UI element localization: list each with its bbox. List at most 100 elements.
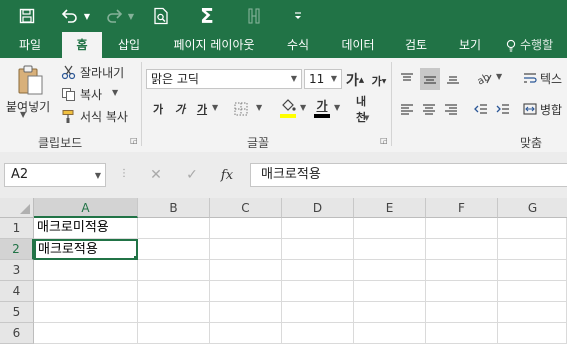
save-icon[interactable]	[14, 4, 40, 28]
cell-a4[interactable]	[34, 281, 138, 302]
cell-e1[interactable]	[354, 218, 426, 239]
tab-view[interactable]: 보기	[450, 32, 490, 58]
cell-f2[interactable]	[426, 239, 498, 260]
orientation-dropdown-icon[interactable]: ▼	[496, 72, 502, 81]
print-preview-icon[interactable]	[150, 4, 172, 28]
cell-b5[interactable]	[138, 302, 210, 323]
redo-dropdown-icon[interactable]: ▼	[126, 4, 136, 28]
cell-f5[interactable]	[426, 302, 498, 323]
column-header-d[interactable]: D	[282, 198, 354, 218]
row-header-2[interactable]: 2	[0, 239, 34, 260]
copy-button[interactable]: 복사	[80, 86, 102, 103]
increase-indent-icon[interactable]	[494, 99, 512, 119]
font-launcher-icon[interactable]: ◲	[380, 136, 388, 145]
bold-button[interactable]: 가	[150, 99, 166, 119]
grow-font-button[interactable]: 가 ▲	[346, 69, 364, 91]
autosum-icon[interactable]: Σ	[196, 4, 218, 28]
clipboard-launcher-icon[interactable]: ◲	[130, 136, 138, 145]
cell-c1[interactable]	[210, 218, 282, 239]
cell-d3[interactable]	[282, 260, 354, 281]
tab-data[interactable]: 데이터	[332, 32, 384, 58]
redo-icon[interactable]	[104, 4, 126, 28]
paste-button-label[interactable]: 붙여넣기	[6, 98, 50, 115]
italic-button[interactable]: 가	[172, 99, 188, 119]
column-header-f[interactable]: F	[426, 198, 498, 218]
cell-e2[interactable]	[354, 239, 426, 260]
row-header-5[interactable]: 5	[0, 302, 34, 323]
row-header-6[interactable]: 6	[0, 323, 34, 344]
cell-c4[interactable]	[210, 281, 282, 302]
align-middle-icon[interactable]	[420, 68, 440, 90]
underline-button[interactable]: 가	[194, 99, 210, 119]
column-header-c[interactable]: C	[210, 198, 282, 218]
orientation-icon[interactable]: ab	[474, 68, 494, 88]
cell-e3[interactable]	[354, 260, 426, 281]
paste-icon[interactable]	[14, 64, 48, 96]
align-top-icon[interactable]	[398, 68, 416, 88]
cell-a3[interactable]	[34, 260, 138, 281]
name-box[interactable]: A2 ▼	[4, 163, 106, 187]
cut-button[interactable]: 잘라내기	[80, 64, 124, 81]
cell-c6[interactable]	[210, 323, 282, 344]
formula-input[interactable]: 매크로적용	[250, 163, 567, 187]
borders-dropdown-icon[interactable]: ▼	[256, 103, 262, 112]
cell-d2[interactable]	[282, 239, 354, 260]
cell-b2[interactable]	[138, 239, 210, 260]
tab-review[interactable]: 검토	[396, 32, 436, 58]
merge-center-button[interactable]: 병합	[540, 101, 562, 118]
select-all-button[interactable]	[0, 198, 34, 218]
column-header-a[interactable]: A	[34, 198, 138, 218]
phonetic-dropdown-icon[interactable]: ▼	[364, 114, 369, 122]
cell-b1[interactable]	[138, 218, 210, 239]
format-painter-button[interactable]: 서식 복사	[80, 108, 128, 125]
cell-g6[interactable]	[498, 323, 567, 344]
row-header-1[interactable]: 1	[0, 218, 34, 239]
cell-g5[interactable]	[498, 302, 567, 323]
font-color-dropdown-icon[interactable]: ▼	[334, 103, 340, 112]
cancel-icon[interactable]: ✕	[146, 164, 166, 186]
align-center-icon[interactable]	[420, 99, 438, 119]
font-size-select[interactable]: 11 ▼	[304, 69, 342, 89]
cell-b3[interactable]	[138, 260, 210, 281]
tab-page-layout[interactable]: 페이지 레이아웃	[162, 32, 266, 58]
cell-g4[interactable]	[498, 281, 567, 302]
undo-icon[interactable]	[58, 4, 80, 28]
cell-d4[interactable]	[282, 281, 354, 302]
paste-dropdown-icon[interactable]: ▼	[20, 110, 26, 119]
fill-color-dropdown-icon[interactable]: ▼	[300, 103, 306, 112]
cell-a6[interactable]	[34, 323, 138, 344]
tab-file[interactable]: 파일	[8, 32, 52, 58]
cell-e6[interactable]	[354, 323, 426, 344]
copy-dropdown-icon[interactable]: ▼	[112, 88, 118, 97]
undo-dropdown-icon[interactable]: ▼	[82, 4, 92, 28]
cell-f4[interactable]	[426, 281, 498, 302]
cell-b4[interactable]	[138, 281, 210, 302]
cell-d5[interactable]	[282, 302, 354, 323]
wrap-text-button[interactable]: 텍스	[540, 70, 562, 87]
decrease-indent-icon[interactable]	[472, 99, 490, 119]
cell-c2[interactable]	[210, 239, 282, 260]
cell-a2[interactable]: 매크로적용	[34, 239, 138, 260]
cell-b6[interactable]	[138, 323, 210, 344]
tell-me-box[interactable]: 수행할	[506, 32, 567, 58]
row-header-4[interactable]: 4	[0, 281, 34, 302]
tab-insert[interactable]: 삽입	[108, 32, 150, 58]
underline-dropdown-icon[interactable]: ▼	[212, 103, 218, 112]
column-header-b[interactable]: B	[138, 198, 210, 218]
cell-e4[interactable]	[354, 281, 426, 302]
shrink-font-button[interactable]: 가 ▼	[370, 71, 388, 91]
align-right-icon[interactable]	[442, 99, 460, 119]
cell-f1[interactable]	[426, 218, 498, 239]
customize-dropdown-icon[interactable]	[292, 4, 304, 28]
borders-icon[interactable]	[232, 99, 250, 119]
font-color-button[interactable]: 가	[312, 96, 332, 120]
form-icon[interactable]	[244, 4, 264, 28]
column-header-g[interactable]: G	[498, 198, 567, 218]
cell-g2[interactable]	[498, 239, 567, 260]
align-left-icon[interactable]	[398, 99, 416, 119]
column-header-e[interactable]: E	[354, 198, 426, 218]
cell-d1[interactable]	[282, 218, 354, 239]
cell-c5[interactable]	[210, 302, 282, 323]
cell-a5[interactable]	[34, 302, 138, 323]
cell-g3[interactable]	[498, 260, 567, 281]
